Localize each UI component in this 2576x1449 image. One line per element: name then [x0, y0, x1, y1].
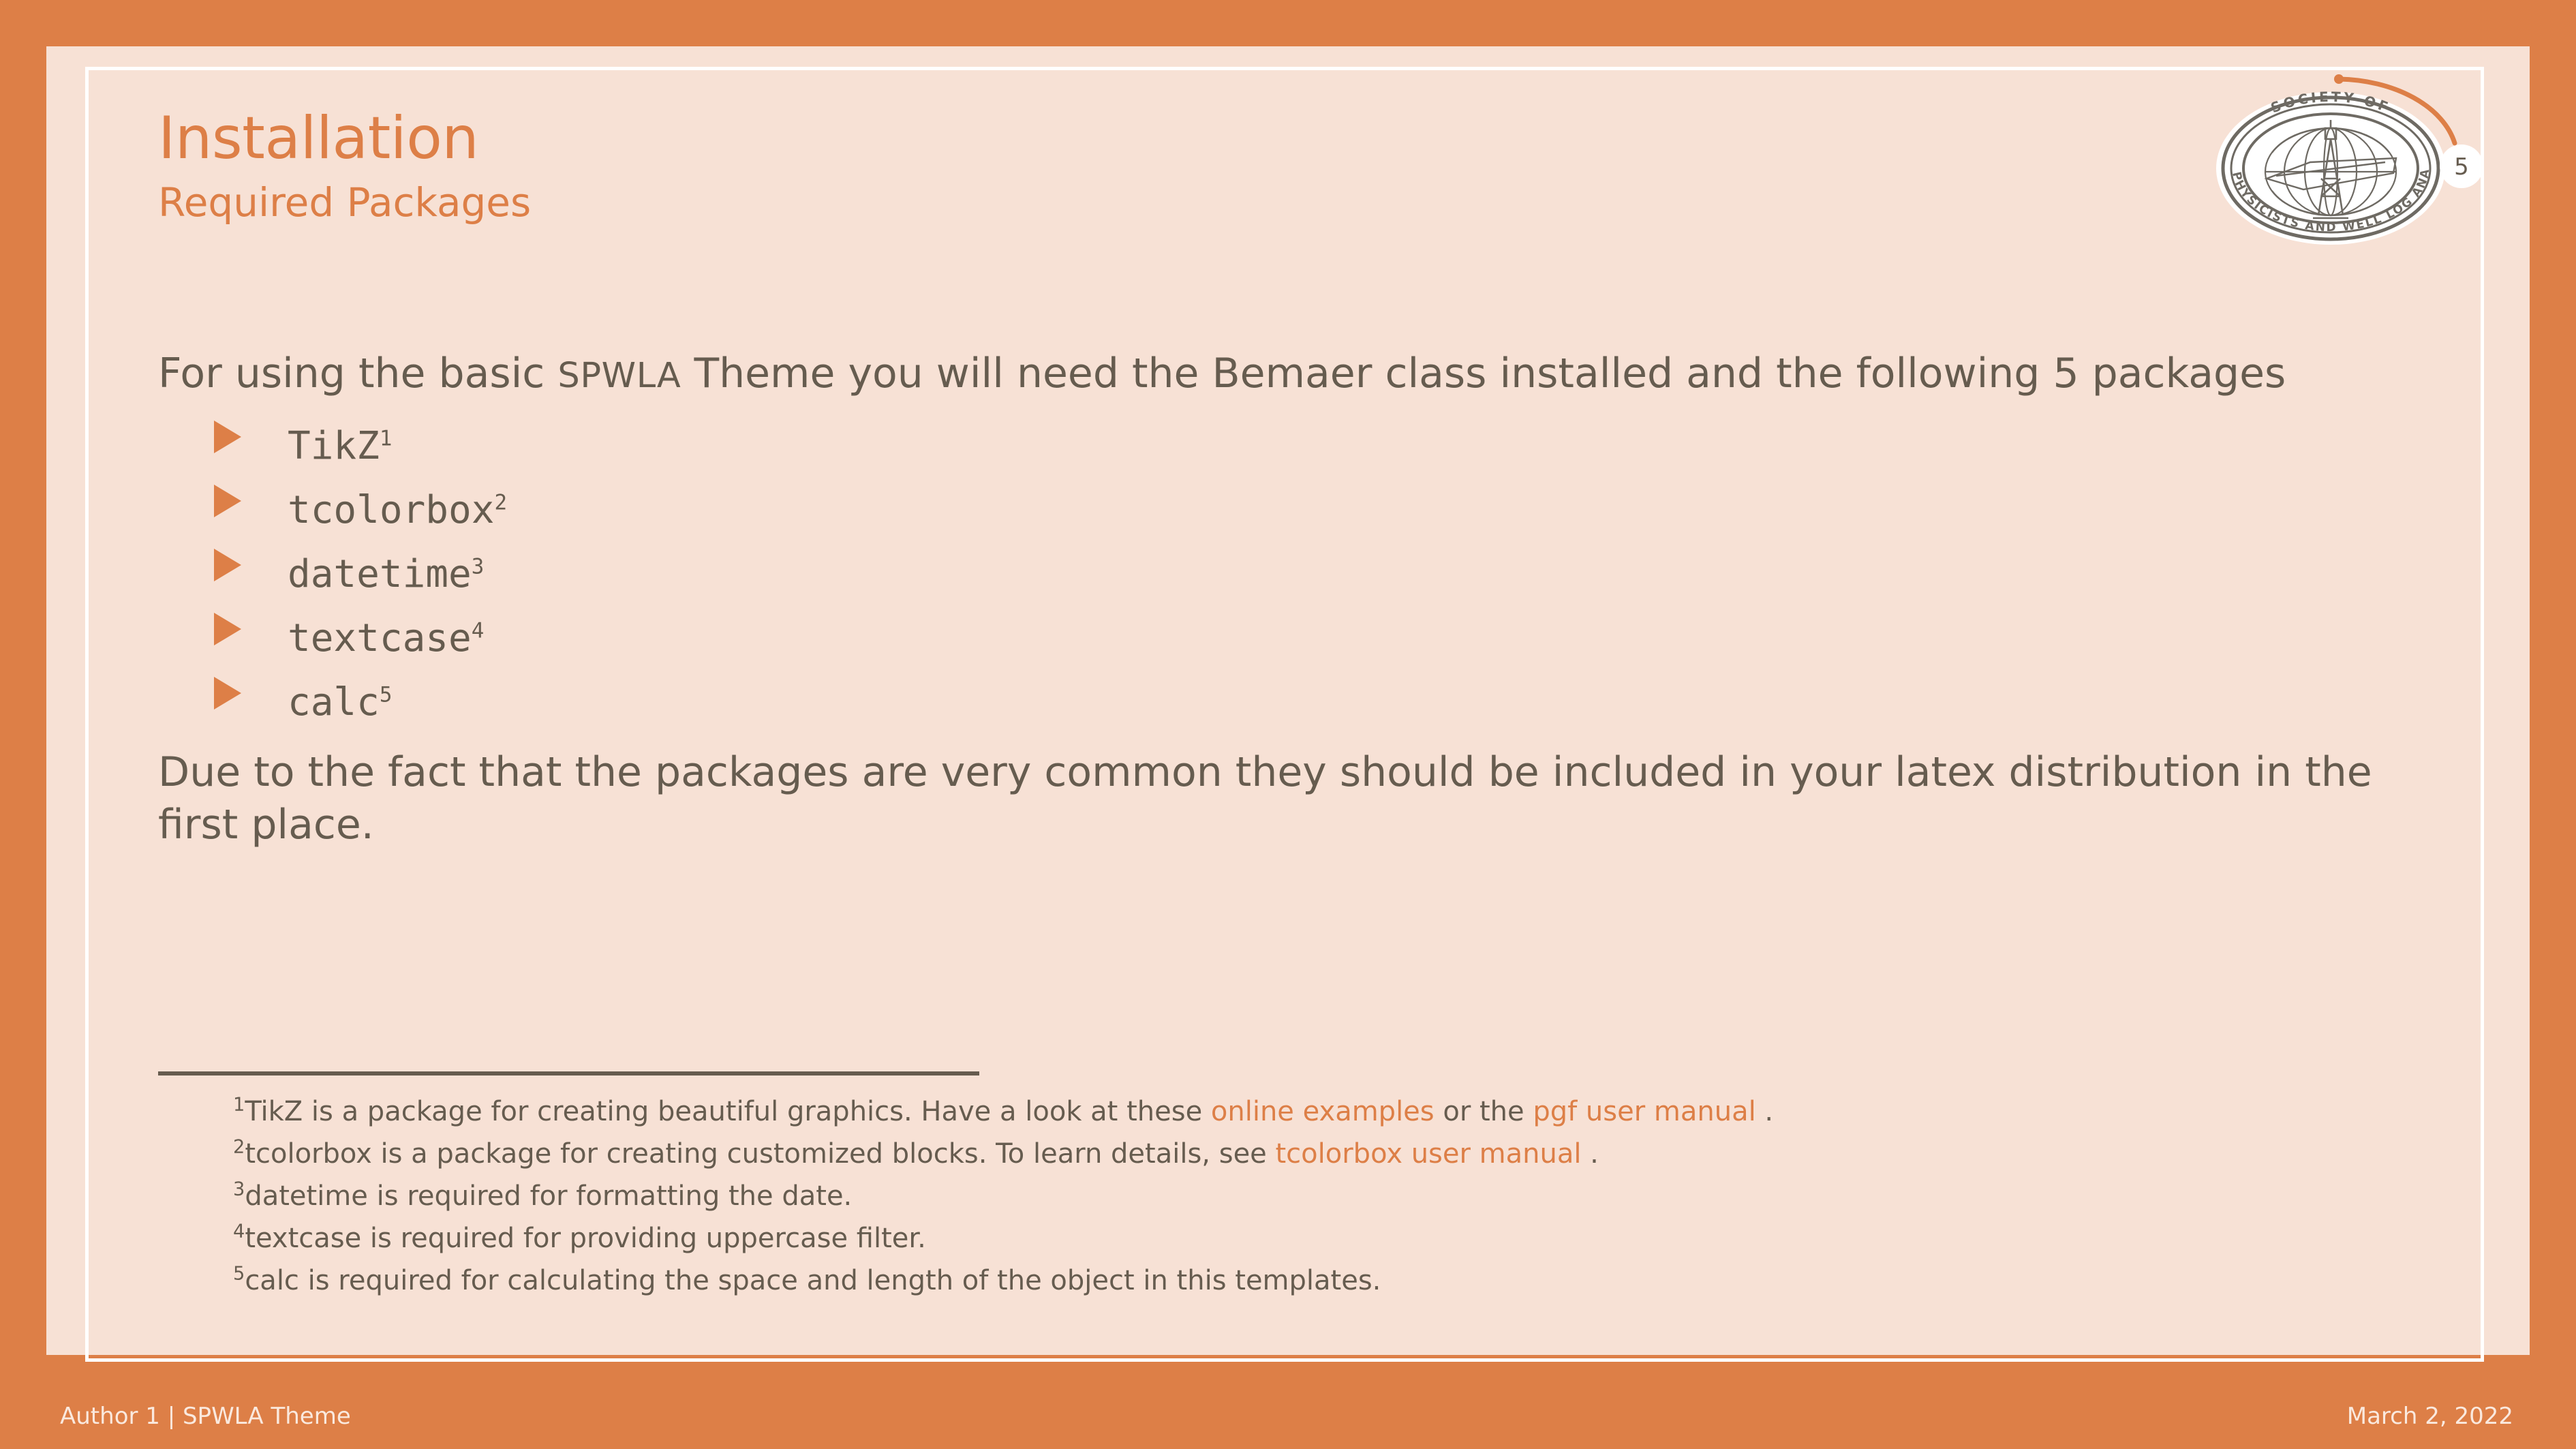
package-name: textcase4 — [288, 618, 485, 658]
page-subtitle: Required Packages — [158, 179, 532, 226]
closing-paragraph: Due to the fact that the packages are ve… — [158, 748, 2372, 849]
list-item: calc5 — [158, 676, 2380, 722]
triangle-bullet-icon — [214, 548, 241, 581]
spwla-smallcaps: SPWLA — [557, 356, 681, 396]
triangle-bullet-icon — [214, 612, 241, 645]
footnote-item: 4textcase is required for providing uppe… — [233, 1217, 2407, 1260]
slide-header: Installation Required Packages — [158, 109, 2066, 222]
package-label: TikZ — [288, 423, 380, 468]
footer-date: March 2, 2022 — [2346, 1403, 2513, 1430]
page-progress-arc-dot — [2334, 74, 2344, 84]
triangle-bullet-icon — [214, 420, 241, 453]
footnote-text: calc is required for calculating the spa… — [245, 1265, 1381, 1296]
footnote-area: 1TikZ is a package for creating beautifu… — [158, 1071, 2407, 1302]
footnote-marker: 1 — [379, 426, 393, 451]
footnote-text: . — [1581, 1138, 1599, 1170]
footnote-text: or the — [1434, 1096, 1533, 1127]
slide-footer: Author 1 | SPWLA Theme March 2, 2022 — [0, 1388, 2576, 1449]
list-item: TikZ1 — [158, 420, 2380, 466]
pgf-user-manual-link[interactable]: pgf user manual — [1533, 1096, 1755, 1127]
footnote-text: . — [1755, 1096, 1774, 1127]
footnote-marker: 1 — [233, 1094, 245, 1116]
footnote-text: TikZ is a package for creating beautiful… — [245, 1096, 1211, 1127]
package-label: datetime — [288, 551, 472, 596]
footnote-marker: 3 — [233, 1178, 245, 1200]
intro-paragraph: For using the basic SPWLA Theme you will… — [158, 348, 2380, 400]
footnote-marker: 4 — [233, 1221, 245, 1242]
footnote-item: 5calc is required for calculating the sp… — [233, 1260, 2407, 1302]
slide-content: For using the basic SPWLA Theme you will… — [158, 348, 2380, 851]
footnote-marker: 5 — [379, 682, 393, 707]
page-title: Installation — [158, 104, 479, 172]
footnote-item: 1TikZ is a package for creating beautifu… — [233, 1090, 2407, 1133]
footer-author-theme: Author 1 | SPWLA Theme — [60, 1403, 351, 1430]
footnote-marker: 3 — [471, 554, 485, 579]
footnote-item: 3datetime is required for formatting the… — [233, 1175, 2407, 1217]
tcolorbox-user-manual-link[interactable]: tcolorbox user manual — [1276, 1138, 1582, 1170]
package-list: TikZ1 tcolorbox2 datetime3 textcase4 cal… — [158, 420, 2380, 722]
footnote-marker: 2 — [494, 490, 507, 515]
package-name: TikZ1 — [288, 427, 392, 466]
footnote-text: textcase is required for providing upper… — [245, 1223, 926, 1254]
slide: Installation Required Packages SOCIETY O… — [0, 0, 2576, 1449]
footnote-marker: 4 — [471, 618, 485, 643]
list-item: datetime3 — [158, 548, 2380, 594]
footnote-list: 1TikZ is a package for creating beautifu… — [158, 1090, 2407, 1302]
list-item: tcolorbox2 — [158, 484, 2380, 530]
triangle-bullet-icon — [214, 676, 241, 710]
intro-text-before: For using the basic — [158, 350, 558, 397]
footnote-text: tcolorbox is a package for creating cust… — [245, 1138, 1276, 1170]
triangle-bullet-icon — [214, 484, 241, 517]
footnote-rule — [158, 1071, 979, 1076]
package-label: calc — [288, 680, 380, 724]
intro-text-after: Theme you will need the Bemaer class ins… — [681, 350, 2286, 397]
footnote-marker: 2 — [233, 1136, 245, 1158]
package-label: tcolorbox — [288, 487, 495, 532]
page-number-label: 5 — [2454, 153, 2469, 181]
list-item: textcase4 — [158, 612, 2380, 658]
footnote-marker: 5 — [233, 1263, 245, 1285]
footnote-text: datetime is required for formatting the … — [245, 1180, 853, 1212]
package-name: datetime3 — [288, 555, 484, 594]
footnote-item: 2tcolorbox is a package for creating cus… — [233, 1133, 2407, 1175]
spwla-logo: SOCIETY OF PETROPHYSICISTS AND WELL LOG … — [2201, 63, 2501, 267]
package-name: tcolorbox2 — [288, 491, 507, 530]
online-examples-link[interactable]: online examples — [1211, 1096, 1435, 1127]
package-name: calc5 — [288, 682, 393, 722]
package-label: textcase — [288, 615, 472, 660]
